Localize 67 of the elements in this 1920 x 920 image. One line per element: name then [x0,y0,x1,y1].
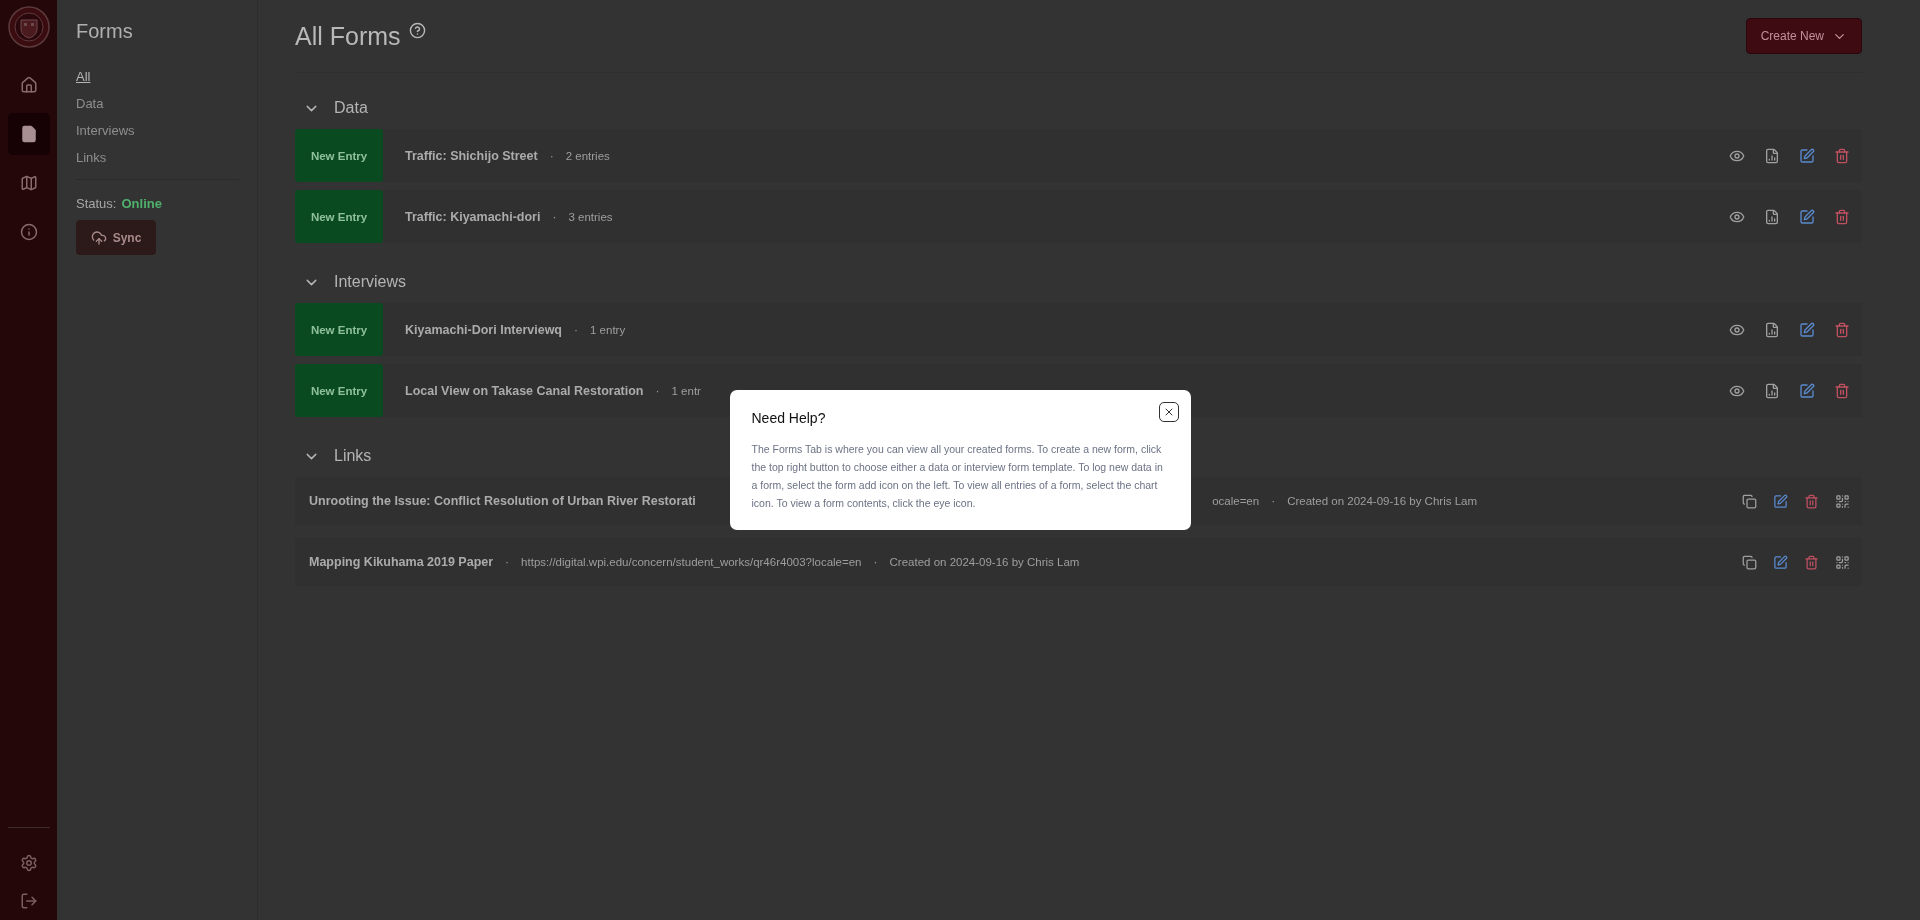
link-title: Unrooting the Issue: Conflict Resolution of Urban River Restorati [309,494,696,508]
entry-count: 2 entries [565,149,610,162]
separator-dot: · [1271,494,1276,508]
edit-icon[interactable] [1773,493,1788,509]
entry-count: 3 entries [568,210,613,223]
link-url: ocale=en [1212,495,1260,507]
document-icon[interactable] [7,113,50,155]
help-icon[interactable] [408,21,426,39]
link-url: https://digital.wpi.edu/concern/student_works/qr46r4003?locale=en [521,556,862,568]
new-entry-button[interactable]: New Entry [295,364,383,417]
create-new-button[interactable]: Create New [1745,18,1862,54]
filter-link[interactable]: Data [76,96,104,111]
settings-icon[interactable] [19,854,38,872]
new-entry-button[interactable]: New Entry [295,190,383,243]
trash-icon[interactable] [1834,147,1850,164]
trash-icon[interactable] [1834,321,1850,338]
section-header[interactable]: Data [295,93,376,123]
edit-icon[interactable] [1799,147,1815,164]
separator-dot: · [655,383,660,398]
filter-link[interactable]: Interviews [76,123,135,138]
chart-file-icon[interactable] [1764,147,1780,164]
section-header[interactable]: Links [295,441,380,471]
edit-icon[interactable] [1799,208,1815,225]
trash-icon[interactable] [1834,208,1850,225]
form-name: Kiyamachi-Dori Interviewq [405,322,562,337]
entry-count: 1 entr [671,384,701,397]
link-title: Mapping Kikuhama 2019 Paper [309,555,494,569]
logout-icon[interactable] [19,892,38,910]
entry-count: 1 entry [590,323,626,336]
created-date: Created on 2024-09-16 by Chris Lam [1287,495,1477,507]
separator-dot: · [505,555,510,569]
page-title: All Forms [295,21,401,51]
status-label: Status: [76,196,117,211]
section-header[interactable]: Interviews [295,267,415,297]
new-entry-button[interactable]: New Entry [295,129,383,182]
edit-icon[interactable] [1799,382,1815,399]
close-button[interactable] [1158,402,1179,422]
form-name: Traffic: Shichijo Street [405,148,538,163]
filter-link[interactable]: Links [76,150,107,165]
sync-button[interactable]: Sync [76,220,156,255]
edit-icon[interactable] [1773,554,1788,570]
new-entry-button[interactable]: New Entry [295,303,383,356]
cloud-upload-icon [90,229,107,246]
separator-dot: · [552,209,557,224]
panel-title: Forms [76,20,134,43]
qr-code-icon[interactable] [1835,493,1850,509]
separator-dot: · [549,148,554,163]
copy-icon[interactable] [1742,493,1757,509]
dialog-text: The Forms Tab is where you can view all your created forms. To create a new form, click the top right button to choose either a data or interview form template. To log new data in a form, select the form add icon on the left. To view all entries of a form, select the chart icon. To view a form contents, click the eye icon. [751,442,1164,511]
qr-code-icon[interactable] [1835,554,1850,570]
chart-file-icon[interactable] [1764,382,1780,399]
filter-link[interactable]: All [76,69,91,84]
logo-icon [7,6,50,48]
chart-file-icon[interactable] [1764,321,1780,338]
form-name: Local View on Takase Canal Restoration [405,383,644,398]
status-value: Online [121,196,162,211]
copy-icon[interactable] [1742,554,1757,570]
edit-icon[interactable] [1799,321,1815,338]
dialog-title: Need Help? [751,410,827,426]
separator-dot: · [873,555,878,569]
trash-icon[interactable] [1804,493,1819,509]
form-name: Traffic: Kiyamachi-dori [405,209,541,224]
separator-dot: · [574,322,578,337]
trash-icon[interactable] [1804,554,1819,570]
chart-file-icon[interactable] [1764,208,1780,225]
trash-icon[interactable] [1834,382,1850,399]
created-date: Created on 2024-09-16 by Chris Lam [889,556,1080,568]
